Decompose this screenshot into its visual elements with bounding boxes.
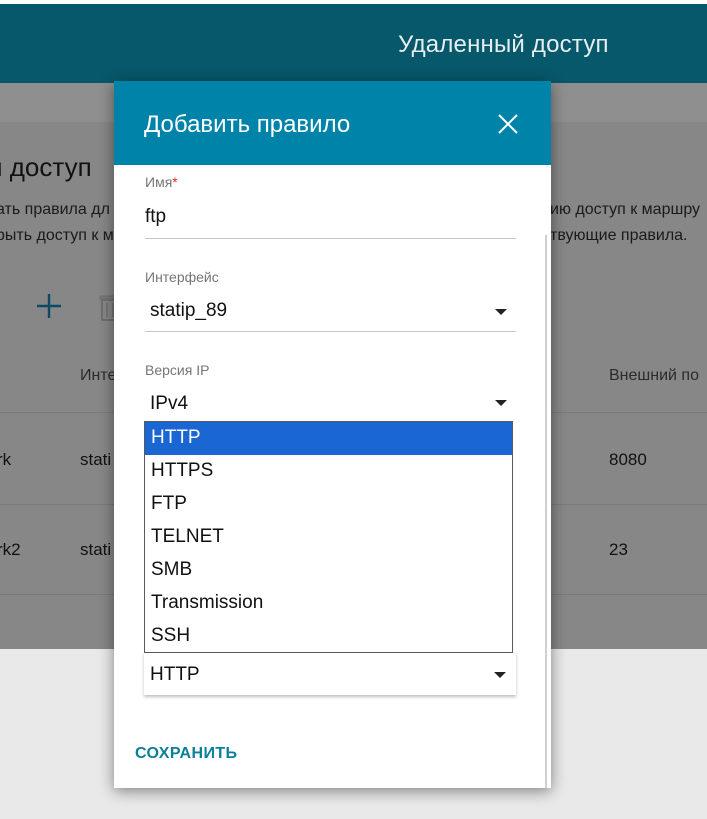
dialog-header: Добавить правило xyxy=(114,81,551,165)
close-icon[interactable] xyxy=(495,111,521,137)
service-option[interactable]: SMB xyxy=(145,554,512,587)
caret-down-icon xyxy=(495,400,507,406)
service-select[interactable]: HTTP xyxy=(144,652,516,695)
ip-version-select-value: IPv4 xyxy=(150,393,189,414)
service-dropdown-list: HTTP HTTPS FTP TELNET SMB Transmission S… xyxy=(144,421,513,653)
dialog-title: Добавить правило xyxy=(144,111,351,138)
interface-select-value: statip_89 xyxy=(150,300,228,321)
name-label: Имя* xyxy=(145,174,178,190)
name-input[interactable]: ftp xyxy=(145,206,166,228)
top-header-bar: Удаленный доступ xyxy=(0,0,707,83)
ip-version-select[interactable]: IPv4 xyxy=(145,383,516,423)
plus-icon[interactable] xyxy=(36,293,62,319)
column-header-external-port: Внешний по xyxy=(609,367,699,384)
row-1-name[interactable]: rk xyxy=(0,450,11,470)
description-line-1-left: ать правила дл xyxy=(0,201,110,218)
page-header-title: Удаленный доступ xyxy=(398,31,609,58)
name-input-underline xyxy=(145,238,516,239)
required-mark: * xyxy=(172,174,178,190)
name-label-text: Имя xyxy=(145,174,173,190)
ip-version-label: Версия IP xyxy=(145,362,210,378)
card-heading: й доступ xyxy=(0,152,92,182)
caret-down-icon xyxy=(495,309,507,315)
column-header-interface: Инте xyxy=(80,367,117,384)
service-option[interactable]: TELNET xyxy=(145,521,512,554)
interface-label: Интерфейс xyxy=(145,269,219,285)
caret-down-icon xyxy=(494,672,506,678)
row-2-name[interactable]: rk2 xyxy=(0,540,21,560)
service-option[interactable]: FTP xyxy=(145,488,512,521)
interface-select-underline xyxy=(145,331,516,332)
row-1-interface: stati xyxy=(80,450,112,469)
service-select-value: HTTP xyxy=(150,664,200,685)
description-line-2-right: твующие правила. xyxy=(550,227,688,244)
description-line-1-right: ию доступ к маршру xyxy=(550,201,701,218)
row-2-interface: stati xyxy=(80,540,112,559)
row-2-external-port: 23 xyxy=(609,540,628,559)
save-button[interactable]: СОХРАНИТЬ xyxy=(135,745,237,763)
service-option[interactable]: HTTPS xyxy=(145,455,512,488)
row-1-external-port: 8080 xyxy=(609,450,647,469)
service-option[interactable]: HTTP xyxy=(145,422,512,455)
add-rule-dialog: Добавить правило Имя* ftp Интерфейс stat… xyxy=(114,81,551,788)
interface-select[interactable]: statip_89 xyxy=(145,290,516,330)
description-line-2-left: рыть доступ к м xyxy=(0,227,114,244)
service-option[interactable]: SSH xyxy=(145,620,512,653)
service-option[interactable]: Transmission xyxy=(145,587,512,620)
dialog-scrollbar[interactable] xyxy=(545,235,547,788)
